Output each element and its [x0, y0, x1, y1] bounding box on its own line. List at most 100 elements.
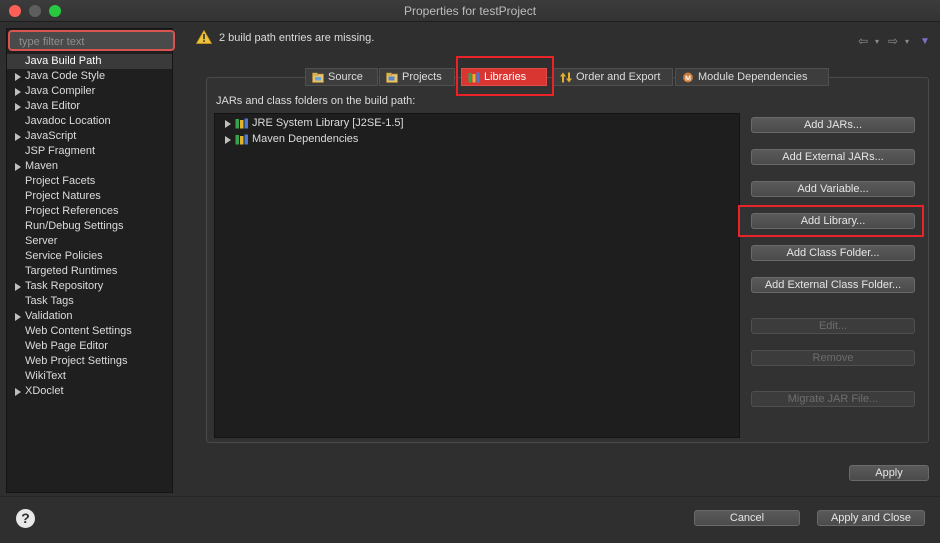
sidebar-item-label: Web Page Editor [25, 340, 108, 352]
sidebar-item-label: Java Code Style [25, 70, 106, 82]
tab-libraries[interactable]: Libraries [461, 68, 547, 86]
sidebar-item-java-compiler[interactable]: Java Compiler [7, 84, 172, 99]
sidebar-item-label: Java Build Path [25, 55, 102, 67]
help-icon[interactable]: ? [16, 509, 35, 528]
apply-button[interactable]: Apply [849, 465, 929, 481]
tab-module-dependencies[interactable]: M Module Dependencies [675, 68, 829, 86]
expand-chevron-icon[interactable] [15, 283, 21, 291]
expand-chevron-icon[interactable] [225, 120, 231, 128]
sidebar-item-javascript[interactable]: JavaScript [7, 129, 172, 144]
navigation-arrows: ⇦ ▾ ⇨ ▾ ▼ [856, 34, 936, 48]
sidebar-item-label: Maven [25, 160, 59, 172]
expand-chevron-icon[interactable] [15, 388, 21, 396]
order-export-icon [560, 72, 572, 83]
title-bar: Properties for testProject [0, 0, 940, 22]
filter-placeholder: type filter text [19, 36, 85, 48]
expand-chevron-icon[interactable] [15, 313, 21, 321]
sidebar-item-xdoclet[interactable]: XDoclet [7, 384, 172, 399]
add-class-folder-button[interactable]: Add Class Folder... [751, 245, 915, 261]
sidebar-item-label: Task Repository [25, 280, 104, 292]
sidebar-item-wikitext[interactable]: WikiText [7, 369, 172, 384]
bottom-separator [0, 496, 940, 497]
sidebar-item-java-build-path[interactable]: Java Build Path [7, 54, 172, 69]
expand-chevron-icon[interactable] [225, 136, 231, 144]
entry-maven-dependencies[interactable]: Maven Dependencies [215, 132, 739, 147]
sidebar-item-web-project-settings[interactable]: Web Project Settings [7, 354, 172, 369]
add-external-jars-button[interactable]: Add External JARs... [751, 149, 915, 165]
expand-chevron-icon[interactable] [15, 133, 21, 141]
cancel-button[interactable]: Cancel [694, 510, 800, 526]
add-jars-button[interactable]: Add JARs... [751, 117, 915, 133]
library-icon [235, 118, 248, 129]
sidebar-item-label: WikiText [25, 370, 66, 382]
apply-and-close-button[interactable]: Apply and Close [817, 510, 925, 526]
tab-projects[interactable]: Projects [379, 68, 455, 86]
svg-text:M: M [685, 76, 691, 83]
back-menu-chevron-icon[interactable]: ▾ [875, 37, 879, 46]
sidebar-item-label: JSP Fragment [25, 145, 96, 157]
add-external-class-folder-button[interactable]: Add External Class Folder... [751, 277, 915, 293]
sidebar-item-web-page-editor[interactable]: Web Page Editor [7, 339, 172, 354]
source-folder-icon [312, 72, 324, 83]
sidebar-item-label: Validation [25, 310, 73, 322]
add-variable-button[interactable]: Add Variable... [751, 181, 915, 197]
module-icon: M [683, 72, 693, 83]
sidebar-item-project-references[interactable]: Project References [7, 204, 172, 219]
warning-icon [196, 30, 212, 44]
sidebar-item-label: Project References [25, 205, 119, 217]
sidebar-item-label: Java Compiler [25, 85, 96, 97]
entry-jre-system-library[interactable]: JRE System Library [J2SE-1.5] [215, 116, 739, 131]
expand-chevron-icon[interactable] [15, 163, 21, 171]
sidebar-item-label: Web Content Settings [25, 325, 132, 337]
sidebar-item-project-facets[interactable]: Project Facets [7, 174, 172, 189]
sidebar-item-label: Task Tags [25, 295, 74, 307]
tab-projects-label: Projects [402, 71, 442, 83]
sidebar-item-service-policies[interactable]: Service Policies [7, 249, 172, 264]
view-menu-icon[interactable]: ▼ [920, 36, 930, 47]
forward-menu-chevron-icon[interactable]: ▾ [905, 37, 909, 46]
sidebar-item-label: Java Editor [25, 100, 81, 112]
edit-button[interactable]: Edit... [751, 318, 915, 334]
filter-input[interactable]: type filter text [8, 30, 175, 51]
sidebar-item-label: Targeted Runtimes [25, 265, 118, 277]
sidebar-item-label: Javadoc Location [25, 115, 111, 127]
tab-source-label: Source [328, 71, 363, 83]
back-arrow-icon[interactable]: ⇦ [858, 34, 868, 48]
tab-order-and-export[interactable]: Order and Export [553, 68, 673, 86]
add-library-button[interactable]: Add Library... [751, 213, 915, 229]
tab-module-dependencies-label: Module Dependencies [698, 71, 808, 83]
entry-label: Maven Dependencies [252, 133, 359, 145]
sidebar-item-project-natures[interactable]: Project Natures [7, 189, 172, 204]
migrate-jar-button[interactable]: Migrate JAR File... [751, 391, 915, 407]
sidebar-item-task-tags[interactable]: Task Tags [7, 294, 172, 309]
sidebar-item-jsp-fragment[interactable]: JSP Fragment [7, 144, 172, 159]
forward-arrow-icon[interactable]: ⇨ [888, 34, 898, 48]
sidebar-item-validation[interactable]: Validation [7, 309, 172, 324]
sidebar-item-targeted-runtimes[interactable]: Targeted Runtimes [7, 264, 172, 279]
projects-icon [386, 72, 398, 83]
sidebar-item-java-editor[interactable]: Java Editor [7, 99, 172, 114]
sidebar-item-task-repository[interactable]: Task Repository [7, 279, 172, 294]
sidebar-item-maven[interactable]: Maven [7, 159, 172, 174]
build-path-entries: JRE System Library [J2SE-1.5] Maven Depe… [214, 113, 740, 438]
sidebar-item-label: Project Facets [25, 175, 96, 187]
sidebar-tree: Java Build Path Java Code Style Java Compi… [7, 54, 172, 399]
sidebar-item-run-debug-settings[interactable]: Run/Debug Settings [7, 219, 172, 234]
build-path-label: JARs and class folders on the build path… [216, 95, 416, 107]
window-title: Properties for testProject [403, 4, 537, 18]
tab-source[interactable]: Source [305, 68, 378, 86]
expand-chevron-icon[interactable] [15, 103, 21, 111]
sidebar-item-java-code-style[interactable]: Java Code Style [7, 69, 172, 84]
remove-button[interactable]: Remove [751, 350, 915, 366]
expand-chevron-icon[interactable] [15, 73, 21, 81]
sidebar-item-server[interactable]: Server [7, 234, 172, 249]
warning-message: 2 build path entries are missing. [219, 32, 375, 44]
library-icon [235, 134, 248, 145]
preferences-sidebar: type filter text Java Build Path Java Cod… [6, 28, 175, 493]
sidebar-item-web-content-settings[interactable]: Web Content Settings [7, 324, 172, 339]
expand-chevron-icon[interactable] [15, 88, 21, 96]
sidebar-item-javadoc-location[interactable]: Javadoc Location [7, 114, 172, 129]
entry-label: JRE System Library [J2SE-1.5] [252, 117, 404, 129]
sidebar-item-label: Server [25, 235, 58, 247]
tab-libraries-label: Libraries [484, 71, 527, 83]
